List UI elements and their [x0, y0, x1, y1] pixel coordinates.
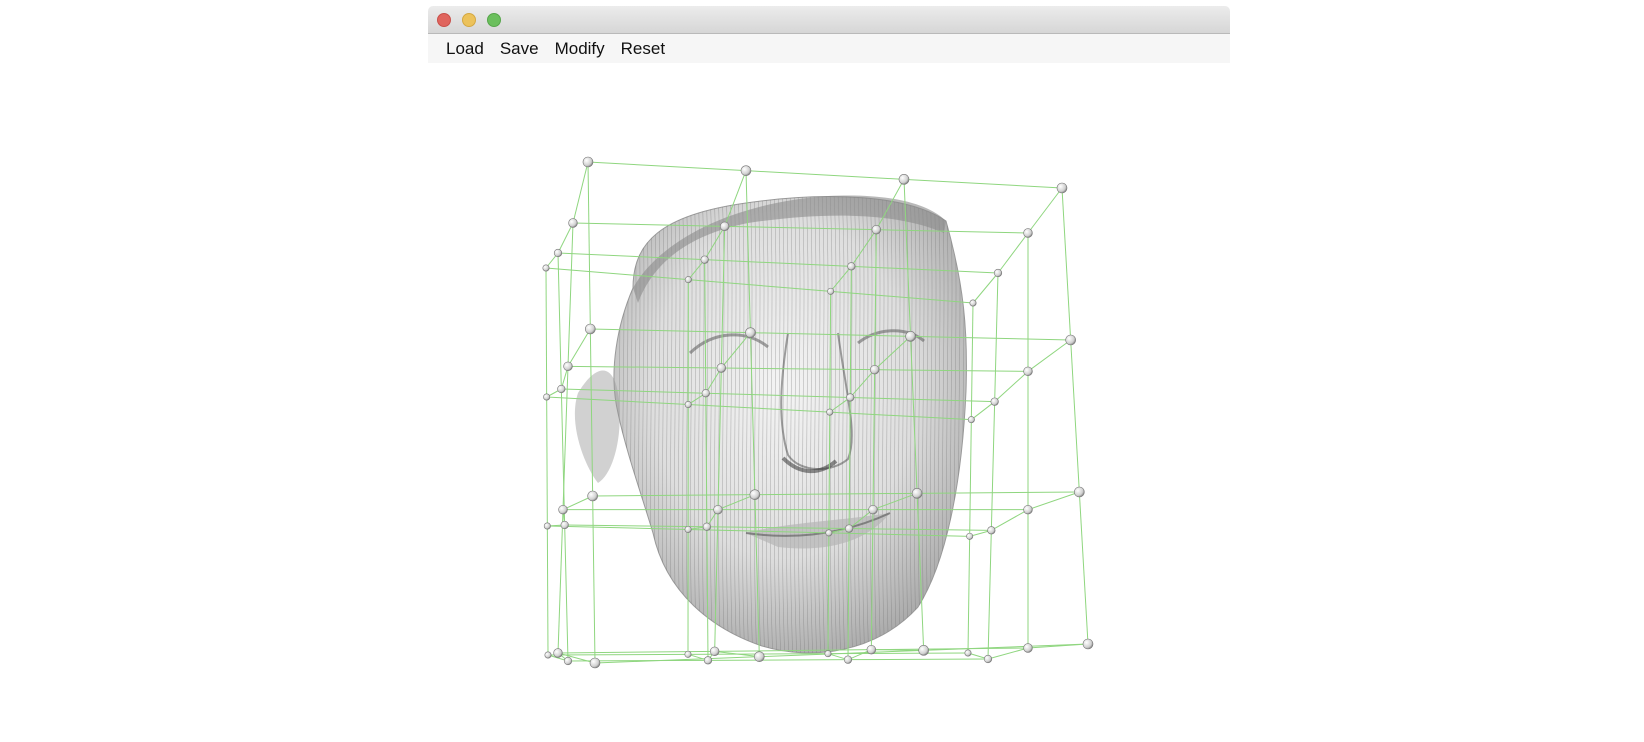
control-point[interactable] — [709, 646, 720, 657]
control-point[interactable] — [843, 655, 853, 664]
control-point[interactable] — [558, 504, 568, 515]
control-point[interactable] — [544, 651, 552, 659]
control-point[interactable] — [846, 393, 855, 402]
control-point[interactable] — [1023, 366, 1033, 377]
control-point[interactable] — [719, 221, 730, 232]
control-point[interactable] — [700, 255, 709, 264]
control-point[interactable] — [827, 287, 835, 295]
menu-item-save[interactable]: Save — [492, 34, 547, 63]
face-mesh — [574, 195, 967, 654]
control-point[interactable] — [568, 218, 578, 228]
menu-bar: Load Save Modify Reset — [428, 34, 1230, 63]
control-point[interactable] — [918, 645, 929, 656]
control-point[interactable] — [563, 656, 573, 666]
control-point[interactable] — [967, 416, 975, 424]
control-point[interactable] — [1082, 638, 1094, 650]
control-point[interactable] — [684, 276, 692, 284]
control-point[interactable] — [749, 489, 761, 500]
control-point[interactable] — [589, 657, 601, 669]
control-point[interactable] — [543, 522, 551, 530]
control-point[interactable] — [702, 522, 711, 531]
control-point[interactable] — [1023, 504, 1033, 515]
control-point[interactable] — [871, 224, 882, 235]
control-point[interactable] — [825, 529, 833, 537]
scene-canvas[interactable] — [428, 63, 1230, 742]
control-point[interactable] — [1056, 182, 1068, 194]
control-point[interactable] — [557, 384, 566, 394]
control-point[interactable] — [713, 504, 723, 515]
control-point[interactable] — [868, 504, 878, 515]
window-titlebar[interactable] — [428, 6, 1230, 34]
close-button[interactable] — [437, 13, 451, 27]
control-point[interactable] — [826, 408, 834, 416]
control-point[interactable] — [990, 397, 999, 406]
menu-item-load[interactable]: Load — [438, 34, 492, 63]
control-point[interactable] — [684, 401, 692, 409]
control-point[interactable] — [585, 323, 596, 335]
control-point[interactable] — [866, 644, 877, 655]
control-point[interactable] — [1074, 486, 1085, 498]
control-point[interactable] — [543, 393, 551, 401]
control-point[interactable] — [987, 526, 996, 535]
control-point[interactable] — [905, 331, 916, 342]
maximize-button[interactable] — [487, 13, 501, 27]
control-point[interactable] — [847, 262, 856, 271]
control-point[interactable] — [966, 532, 974, 540]
control-point[interactable] — [898, 174, 910, 185]
control-point[interactable] — [684, 525, 692, 533]
minimize-button[interactable] — [462, 13, 476, 27]
control-point[interactable] — [969, 299, 977, 307]
control-point[interactable] — [754, 651, 765, 662]
control-point[interactable] — [869, 364, 880, 375]
control-point[interactable] — [701, 389, 710, 398]
control-point[interactable] — [542, 264, 550, 272]
control-point[interactable] — [582, 156, 594, 168]
control-point[interactable] — [964, 649, 972, 657]
control-point[interactable] — [993, 268, 1003, 278]
control-point[interactable] — [740, 165, 752, 176]
control-point[interactable] — [560, 520, 569, 530]
control-point[interactable] — [587, 490, 598, 502]
control-point[interactable] — [745, 327, 756, 338]
control-point[interactable] — [684, 650, 692, 658]
control-point[interactable] — [703, 656, 713, 665]
control-point[interactable] — [1023, 228, 1033, 238]
menu-item-reset[interactable]: Reset — [613, 34, 673, 63]
control-point[interactable] — [716, 363, 727, 373]
control-point[interactable] — [553, 248, 563, 258]
menu-item-modify[interactable]: Modify — [547, 34, 613, 63]
control-point[interactable] — [563, 361, 573, 372]
control-point[interactable] — [845, 524, 854, 533]
control-point[interactable] — [553, 648, 563, 658]
control-point[interactable] — [1023, 643, 1033, 653]
control-point[interactable] — [824, 650, 832, 658]
control-point[interactable] — [983, 654, 993, 664]
control-point[interactable] — [1065, 334, 1076, 346]
control-point[interactable] — [911, 488, 923, 499]
3d-viewport[interactable] — [428, 63, 1230, 742]
